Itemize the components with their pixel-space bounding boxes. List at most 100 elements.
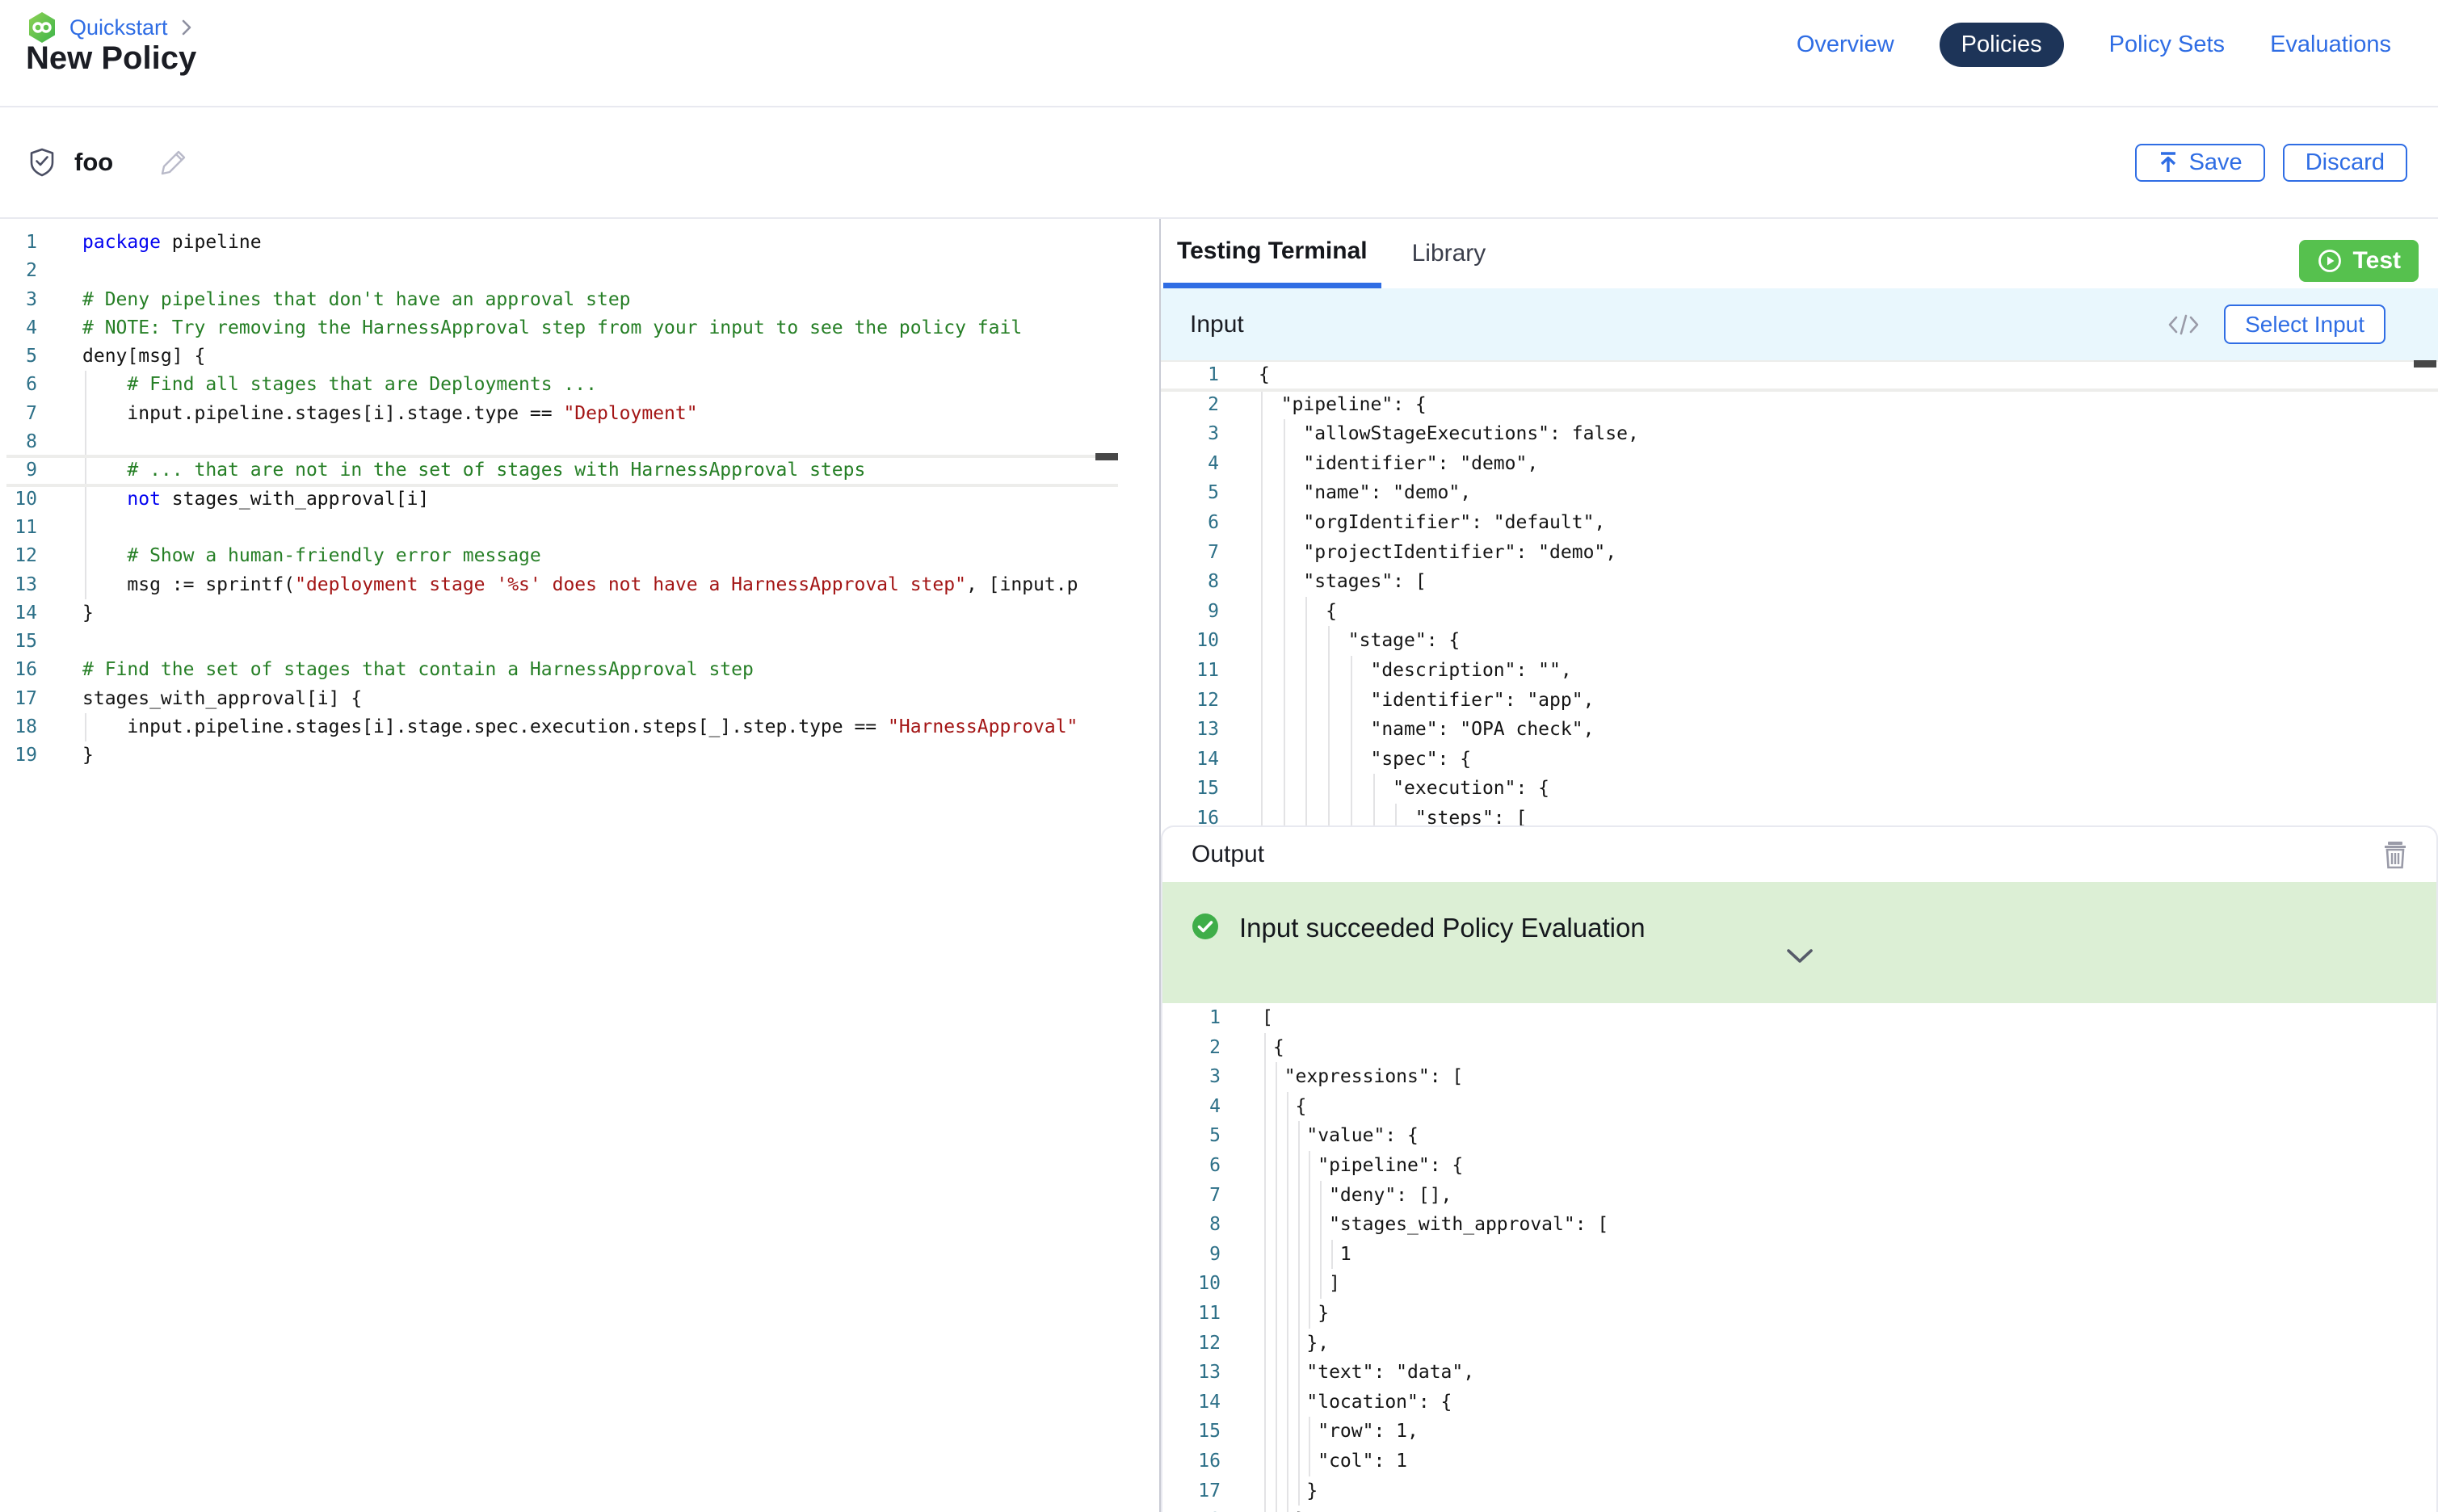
line-number: 16	[1161, 804, 1219, 825]
nav-tab-evaluations[interactable]: Evaluations	[2270, 32, 2391, 58]
code-line: 11	[0, 514, 1159, 542]
overview-ruler-cursor-mark	[2414, 360, 2436, 368]
code-line: 6 "pipeline": {	[1162, 1151, 2436, 1181]
edit-name-button[interactable]	[160, 149, 187, 176]
breadcrumb-chevron-icon	[181, 19, 192, 36]
line-number: 13	[0, 571, 37, 599]
clear-output-button[interactable]	[2383, 840, 2407, 869]
line-number: 8	[0, 428, 37, 456]
code-line: 13 "text": "data",	[1162, 1358, 2436, 1388]
code-line: 17 }	[1162, 1476, 2436, 1506]
breadcrumb-link-quickstart[interactable]: Quickstart	[69, 15, 168, 40]
nav-tab-overview[interactable]: Overview	[1797, 32, 1894, 58]
evaluation-result-banner: Input succeeded Policy Evaluation	[1162, 882, 2436, 1003]
line-number: 6	[0, 371, 37, 399]
code-line: 18 input.pipeline.stages[i].stage.spec.e…	[0, 713, 1159, 741]
code-line: 4# NOTE: Try removing the HarnessApprova…	[0, 314, 1159, 342]
terminal-tabs: Testing Terminal Library Test	[1161, 219, 2438, 288]
chevron-down-icon[interactable]	[1786, 948, 1814, 964]
line-number: 1	[1162, 1003, 1221, 1033]
nav-tab-policy-sets[interactable]: Policy Sets	[2109, 32, 2225, 58]
test-button[interactable]: Test	[2299, 240, 2419, 282]
line-number: 8	[1161, 567, 1219, 597]
code-line: 12 "identifier": "app",	[1161, 686, 2438, 716]
line-number: 14	[1162, 1388, 1221, 1418]
discard-button[interactable]: Discard	[2283, 144, 2407, 182]
line-number: 17	[1162, 1476, 1221, 1506]
rego-code-editor[interactable]: 1package pipeline23# Deny pipelines that…	[0, 219, 1159, 1512]
code-line: 14 "location": {	[1162, 1388, 2436, 1418]
line-number: 6	[1162, 1151, 1221, 1181]
code-icon[interactable]	[2167, 313, 2200, 337]
output-section-header: Output	[1162, 827, 2436, 882]
code-line: 8 "stages_with_approval": [	[1162, 1210, 2436, 1240]
line-number: 11	[1161, 656, 1219, 686]
code-line: 14}	[0, 599, 1159, 628]
line-number: 15	[1162, 1417, 1221, 1447]
check-circle-icon	[1192, 913, 1219, 940]
save-button[interactable]: Save	[2135, 144, 2265, 182]
page-title: New Policy	[26, 40, 196, 77]
output-json-editor[interactable]: 1[2 {3 "expressions": [4 {5 "value": {6 …	[1162, 1003, 2436, 1512]
breadcrumb: Quickstart	[27, 11, 192, 44]
tab-testing-terminal[interactable]: Testing Terminal	[1163, 219, 1381, 288]
code-line: 7 "deny": [],	[1162, 1181, 2436, 1211]
header-nav: Overview Policies Policy Sets Evaluations	[1797, 23, 2391, 67]
nav-tab-policies[interactable]: Policies	[1940, 23, 2064, 67]
current-line-highlight	[6, 484, 1118, 487]
line-number: 11	[1162, 1299, 1221, 1329]
code-line: 8	[0, 428, 1159, 456]
indent-guide	[85, 428, 86, 456]
line-number: 7	[0, 400, 37, 428]
overview-ruler-cursor-mark	[1095, 453, 1118, 460]
line-number: 1	[0, 229, 37, 257]
code-line: 18 }	[1162, 1506, 2436, 1512]
line-number: 19	[0, 741, 37, 770]
play-icon	[2317, 248, 2343, 274]
tab-library[interactable]: Library	[1412, 219, 1486, 288]
current-line-highlight	[6, 455, 1118, 458]
code-line: 16# Find the set of stages that contain …	[0, 656, 1159, 684]
edit-pencil-icon	[160, 149, 187, 176]
code-line: 2 {	[1162, 1033, 2436, 1063]
code-line: 12 # Show a human-friendly error message	[0, 542, 1159, 570]
code-line: 5deny[msg] {	[0, 342, 1159, 371]
line-number: 9	[0, 456, 37, 485]
line-number: 13	[1161, 715, 1219, 745]
code-line: 15	[0, 628, 1159, 656]
shield-check-icon	[29, 148, 55, 177]
code-line: 13 msg := sprintf("deployment stage '%s'…	[0, 571, 1159, 599]
input-title: Input	[1190, 311, 1244, 338]
code-line: 11 }	[1162, 1299, 2436, 1329]
code-line: 7 input.pipeline.stages[i].stage.type ==…	[0, 400, 1159, 428]
trash-icon	[2383, 840, 2407, 869]
line-number: 18	[0, 713, 37, 741]
code-line: 10 ]	[1162, 1269, 2436, 1299]
select-input-button[interactable]: Select Input	[2224, 304, 2385, 344]
input-json-editor[interactable]: 1{2 "pipeline": {3 "allowStageExecutions…	[1161, 360, 2438, 825]
code-line: 4 {	[1162, 1092, 2436, 1122]
code-line: 17stages_with_approval[i] {	[0, 685, 1159, 713]
line-number: 3	[0, 286, 37, 314]
code-line: 19}	[0, 741, 1159, 770]
line-number: 5	[1161, 478, 1219, 508]
code-line: 16 "steps": [	[1161, 804, 2438, 825]
code-line: 3 "allowStageExecutions": false,	[1161, 419, 2438, 449]
code-line: 10 not stages_with_approval[i]	[0, 485, 1159, 514]
code-line: 2 "pipeline": {	[1161, 390, 2438, 420]
policy-logo-icon	[27, 11, 57, 44]
code-line: 9 1	[1162, 1240, 2436, 1270]
test-button-label: Test	[2353, 247, 2401, 275]
line-number: 12	[0, 542, 37, 570]
code-line: 7 "projectIdentifier": "demo",	[1161, 538, 2438, 568]
code-line: 16 "col": 1	[1162, 1447, 2436, 1476]
line-number: 15	[0, 628, 37, 656]
upload-icon	[2158, 151, 2179, 174]
line-number: 4	[1162, 1092, 1221, 1122]
line-number: 2	[1161, 390, 1219, 420]
line-number: 4	[0, 314, 37, 342]
line-number: 2	[1162, 1033, 1221, 1063]
policy-toolbar: foo Save Discard	[0, 107, 2438, 219]
output-section: Output Input succeed	[1161, 825, 2438, 1512]
code-line: 8 "stages": [	[1161, 567, 2438, 597]
